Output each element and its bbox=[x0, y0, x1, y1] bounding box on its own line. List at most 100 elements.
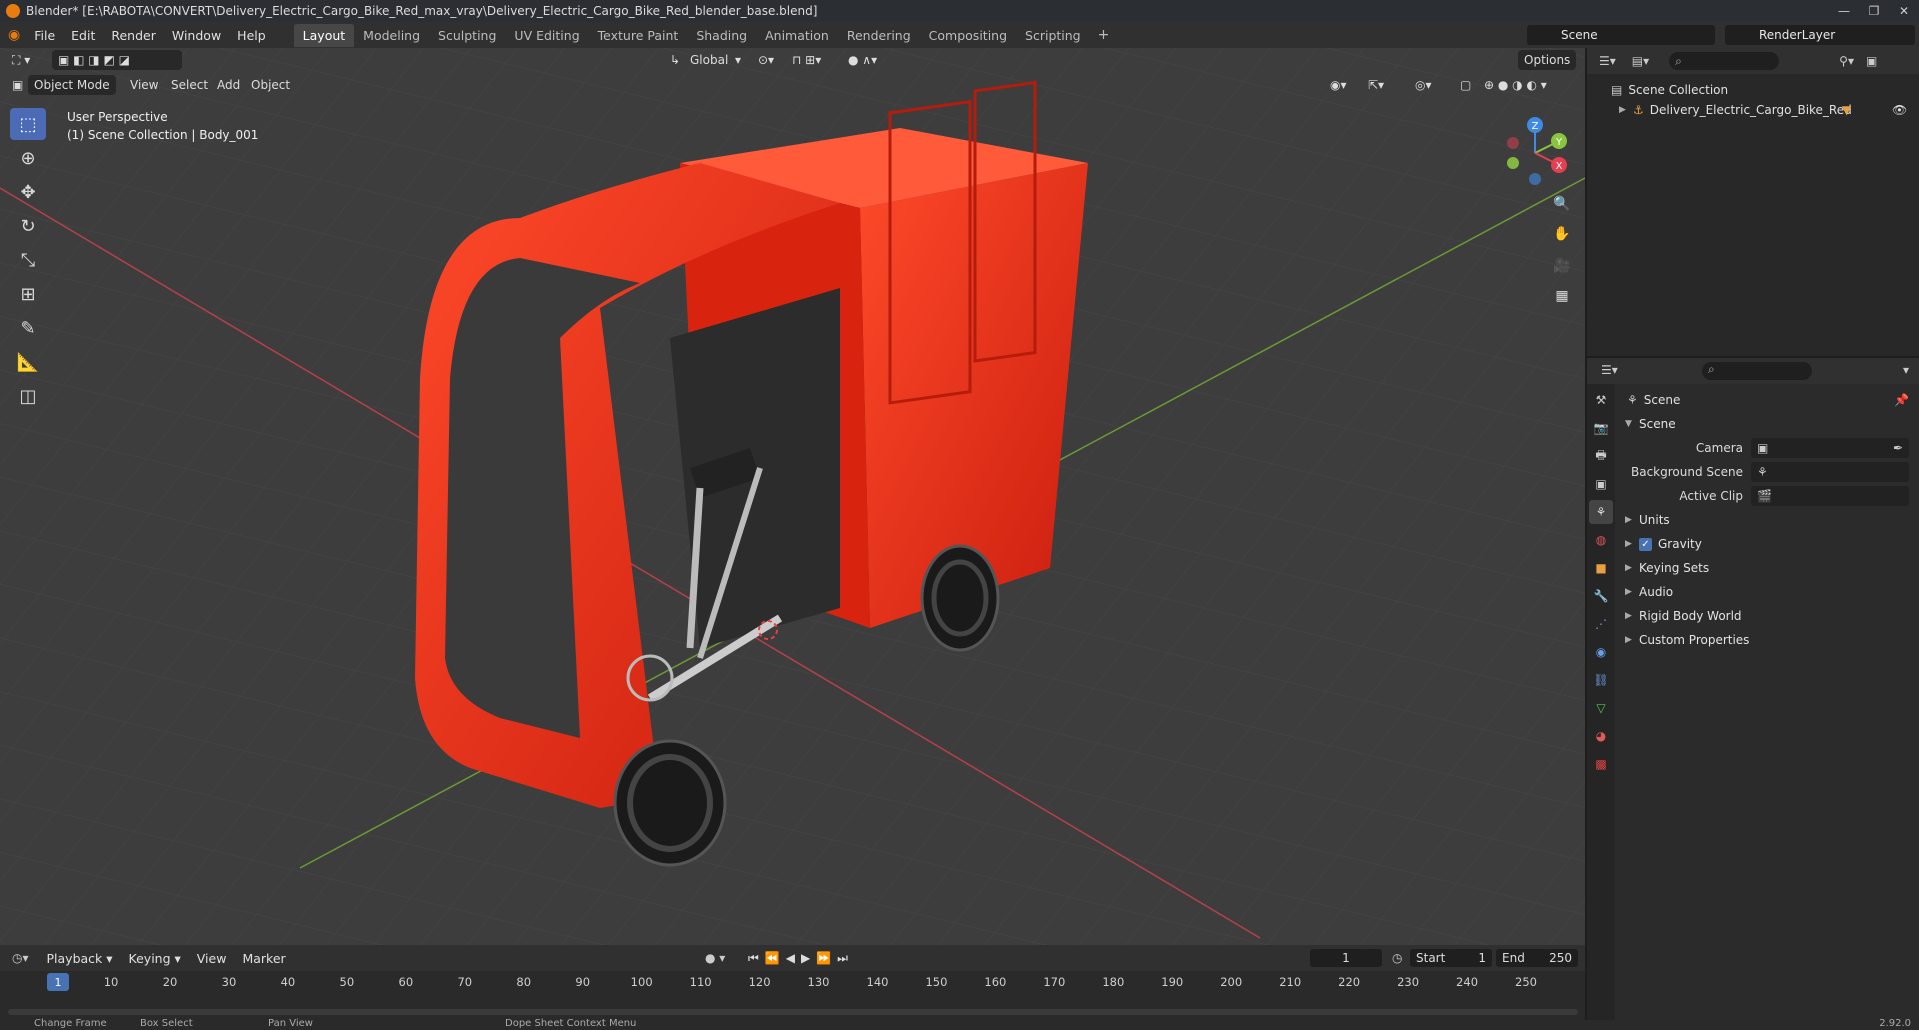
rigid-body-world-panel-header[interactable]: ▶ Rigid Body World bbox=[1617, 604, 1919, 628]
tool-tab-icon[interactable]: ⚒ bbox=[1589, 388, 1613, 412]
gravity-panel-header[interactable]: ▶ ✓ Gravity bbox=[1617, 532, 1919, 556]
menu-render[interactable]: Render bbox=[103, 25, 164, 46]
scene-panel-header[interactable]: ▼ Scene bbox=[1617, 412, 1919, 436]
view-layer-tab-icon[interactable]: ▣ bbox=[1589, 472, 1613, 496]
render-layer-selector[interactable]: RenderLayer bbox=[1725, 25, 1915, 45]
playhead[interactable]: 1 bbox=[47, 973, 69, 991]
keying-menu[interactable]: Keying ▾ bbox=[121, 948, 189, 969]
outliner-search-input[interactable]: ⌕ bbox=[1669, 52, 1780, 70]
properties-search-input[interactable]: ⌕ bbox=[1702, 362, 1812, 380]
gravity-checkbox[interactable]: ✓ bbox=[1639, 537, 1652, 551]
cursor-tool-icon[interactable]: ⊕ bbox=[10, 142, 46, 174]
move-tool-icon[interactable]: ✥ bbox=[10, 176, 46, 208]
end-frame-field[interactable]: End 250 bbox=[1496, 949, 1578, 967]
3d-viewport[interactable]: ⛶ ▾ ▣ ◧ ◨ ◩ ◪ ↳ Global ▾ ⊙▾ ⊓ ⊞▾ ● ∧▾ Op… bbox=[0, 48, 1585, 945]
tab-sculpting[interactable]: Sculpting bbox=[429, 24, 505, 47]
tab-scripting[interactable]: Scripting bbox=[1016, 24, 1090, 47]
shading-modes[interactable]: ⊕ ● ◑ ◐ ▾ bbox=[1484, 75, 1547, 95]
tab-compositing[interactable]: Compositing bbox=[920, 24, 1016, 47]
viewport-menu-select[interactable]: Select bbox=[171, 75, 208, 95]
camera-view-icon[interactable]: 🎥 bbox=[1548, 252, 1576, 280]
blender-menu-icon[interactable]: ◉ bbox=[8, 27, 26, 43]
units-panel-header[interactable]: ▶ Units bbox=[1617, 508, 1919, 532]
add-cube-tool-icon[interactable]: ◫ bbox=[10, 380, 46, 412]
material-tab-icon[interactable]: ◕ bbox=[1589, 724, 1613, 748]
timeline-view-menu[interactable]: View bbox=[189, 948, 235, 969]
timeline-scrollbar[interactable] bbox=[8, 1009, 1578, 1015]
viewport-menu-add[interactable]: Add bbox=[217, 75, 240, 95]
pin-icon[interactable]: 📌 bbox=[1894, 393, 1909, 407]
gizmo-toggle-icon[interactable]: ⇱▾ bbox=[1368, 75, 1384, 95]
properties-options-chevron-icon[interactable]: ▾ bbox=[1903, 363, 1909, 377]
world-tab-icon[interactable]: ◍ bbox=[1589, 528, 1613, 552]
constraints-tab-icon[interactable]: ⛓ bbox=[1589, 668, 1613, 692]
background-scene-field[interactable]: ⚘ bbox=[1751, 462, 1909, 482]
frame-ruler[interactable]: 1 10 20 30 40 50 60 70 80 90 100 110 120 130 140 150 16… bbox=[0, 971, 1585, 993]
zoom-icon[interactable]: 🔍 bbox=[1548, 190, 1576, 218]
scene-collection-row[interactable]: ▤ Scene Collection bbox=[1587, 80, 1919, 100]
viewport-canvas[interactable] bbox=[0, 48, 1585, 945]
overlays-icon[interactable]: ◎▾ bbox=[1415, 75, 1432, 95]
texture-tab-icon[interactable]: ▩ bbox=[1589, 752, 1613, 776]
pivot-point-icon[interactable]: ⊙▾ bbox=[758, 50, 774, 70]
outliner-editor-type-icon[interactable]: ☰▾ bbox=[1599, 54, 1616, 68]
perspective-toggle-icon[interactable]: ▦ bbox=[1548, 282, 1576, 310]
pan-hand-icon[interactable]: ✋ bbox=[1548, 220, 1576, 248]
properties-editor-type-icon[interactable]: ☰▾ bbox=[1601, 363, 1618, 377]
menu-window[interactable]: Window bbox=[164, 25, 229, 46]
close-button[interactable]: ✕ bbox=[1889, 0, 1919, 22]
active-clip-field[interactable]: 🎬 bbox=[1751, 486, 1909, 506]
render-tab-icon[interactable]: 📷 bbox=[1589, 416, 1613, 440]
preview-range-icon[interactable]: ◷ bbox=[1392, 951, 1402, 965]
rotate-tool-icon[interactable]: ↻ bbox=[10, 210, 46, 242]
navigation-gizmo[interactable]: Z Y X bbox=[1495, 113, 1575, 193]
particles-tab-icon[interactable]: ⋰ bbox=[1589, 612, 1613, 636]
tab-animation[interactable]: Animation bbox=[756, 24, 838, 47]
select-mode-buttons[interactable]: ▣ ◧ ◨ ◩ ◪ bbox=[52, 50, 182, 70]
visibility-eye-icon[interactable]: 👁 bbox=[1892, 103, 1907, 117]
object-mode-select[interactable]: Object Mode bbox=[28, 75, 116, 95]
tab-modeling[interactable]: Modeling bbox=[354, 24, 429, 47]
menu-file[interactable]: File bbox=[26, 25, 63, 46]
object-tab-icon[interactable]: ■ bbox=[1589, 556, 1613, 580]
audio-panel-header[interactable]: ▶ Audio bbox=[1617, 580, 1919, 604]
expand-arrow-icon[interactable]: ▶ bbox=[1619, 105, 1633, 115]
physics-tab-icon[interactable]: ◉ bbox=[1589, 640, 1613, 664]
marker-menu[interactable]: Marker bbox=[234, 948, 293, 969]
playback-menu[interactable]: Playback ▾ bbox=[39, 948, 121, 969]
output-tab-icon[interactable]: 🖶 bbox=[1589, 444, 1613, 468]
transform-orientation-select[interactable]: Global bbox=[690, 50, 728, 70]
eyedropper-icon[interactable]: ✒ bbox=[1893, 441, 1903, 455]
snap-icon[interactable]: ⊓ ⊞▾ bbox=[792, 50, 821, 70]
filter-icon[interactable]: ⚲▾ bbox=[1839, 54, 1854, 68]
menu-edit[interactable]: Edit bbox=[63, 25, 103, 46]
custom-properties-panel-header[interactable]: ▶ Custom Properties bbox=[1617, 628, 1919, 652]
tab-shading[interactable]: Shading bbox=[687, 24, 756, 47]
menu-help[interactable]: Help bbox=[229, 25, 274, 46]
proportional-edit-icon[interactable]: ● ∧▾ bbox=[848, 50, 877, 70]
measure-tool-icon[interactable]: 📐 bbox=[10, 346, 46, 378]
tab-layout[interactable]: Layout bbox=[293, 23, 355, 47]
scene-selector[interactable]: Scene bbox=[1527, 25, 1715, 45]
minimize-button[interactable]: — bbox=[1829, 0, 1859, 22]
list-item[interactable]: ▶ ⚓ Delivery_Electric_Cargo_Bike_Red ▼ 👁 bbox=[1587, 100, 1919, 120]
xray-icon[interactable]: ▢ bbox=[1460, 75, 1471, 95]
scene-tab-icon[interactable]: ⚘ bbox=[1589, 500, 1613, 524]
add-workspace-icon[interactable]: + bbox=[1090, 27, 1118, 43]
viewport-menu-object[interactable]: Object bbox=[251, 75, 290, 95]
timeline-editor-type-icon[interactable]: ◷▾ bbox=[12, 951, 29, 965]
maximize-button[interactable]: ❐ bbox=[1859, 0, 1889, 22]
viewport-menu-view[interactable]: View bbox=[130, 75, 158, 95]
select-box-tool-icon[interactable]: ⬚ bbox=[10, 108, 46, 140]
new-collection-icon[interactable]: ▣ bbox=[1866, 54, 1877, 68]
data-tab-icon[interactable]: ▽ bbox=[1589, 696, 1613, 720]
scale-tool-icon[interactable]: ⤡ bbox=[10, 244, 46, 276]
tab-rendering[interactable]: Rendering bbox=[838, 24, 920, 47]
camera-field[interactable]: ▣ ✒ bbox=[1751, 438, 1909, 458]
editor-type-icon[interactable]: ⛶ ▾ bbox=[12, 50, 30, 70]
keying-sets-panel-header[interactable]: ▶ Keying Sets bbox=[1617, 556, 1919, 580]
transform-tool-icon[interactable]: ⊞ bbox=[10, 278, 46, 310]
auto-keying-icon[interactable]: ● ▾ bbox=[705, 951, 725, 965]
modifier-icon[interactable]: ▼ bbox=[1842, 103, 1851, 117]
modifier-tab-icon[interactable]: 🔧 bbox=[1589, 584, 1613, 608]
